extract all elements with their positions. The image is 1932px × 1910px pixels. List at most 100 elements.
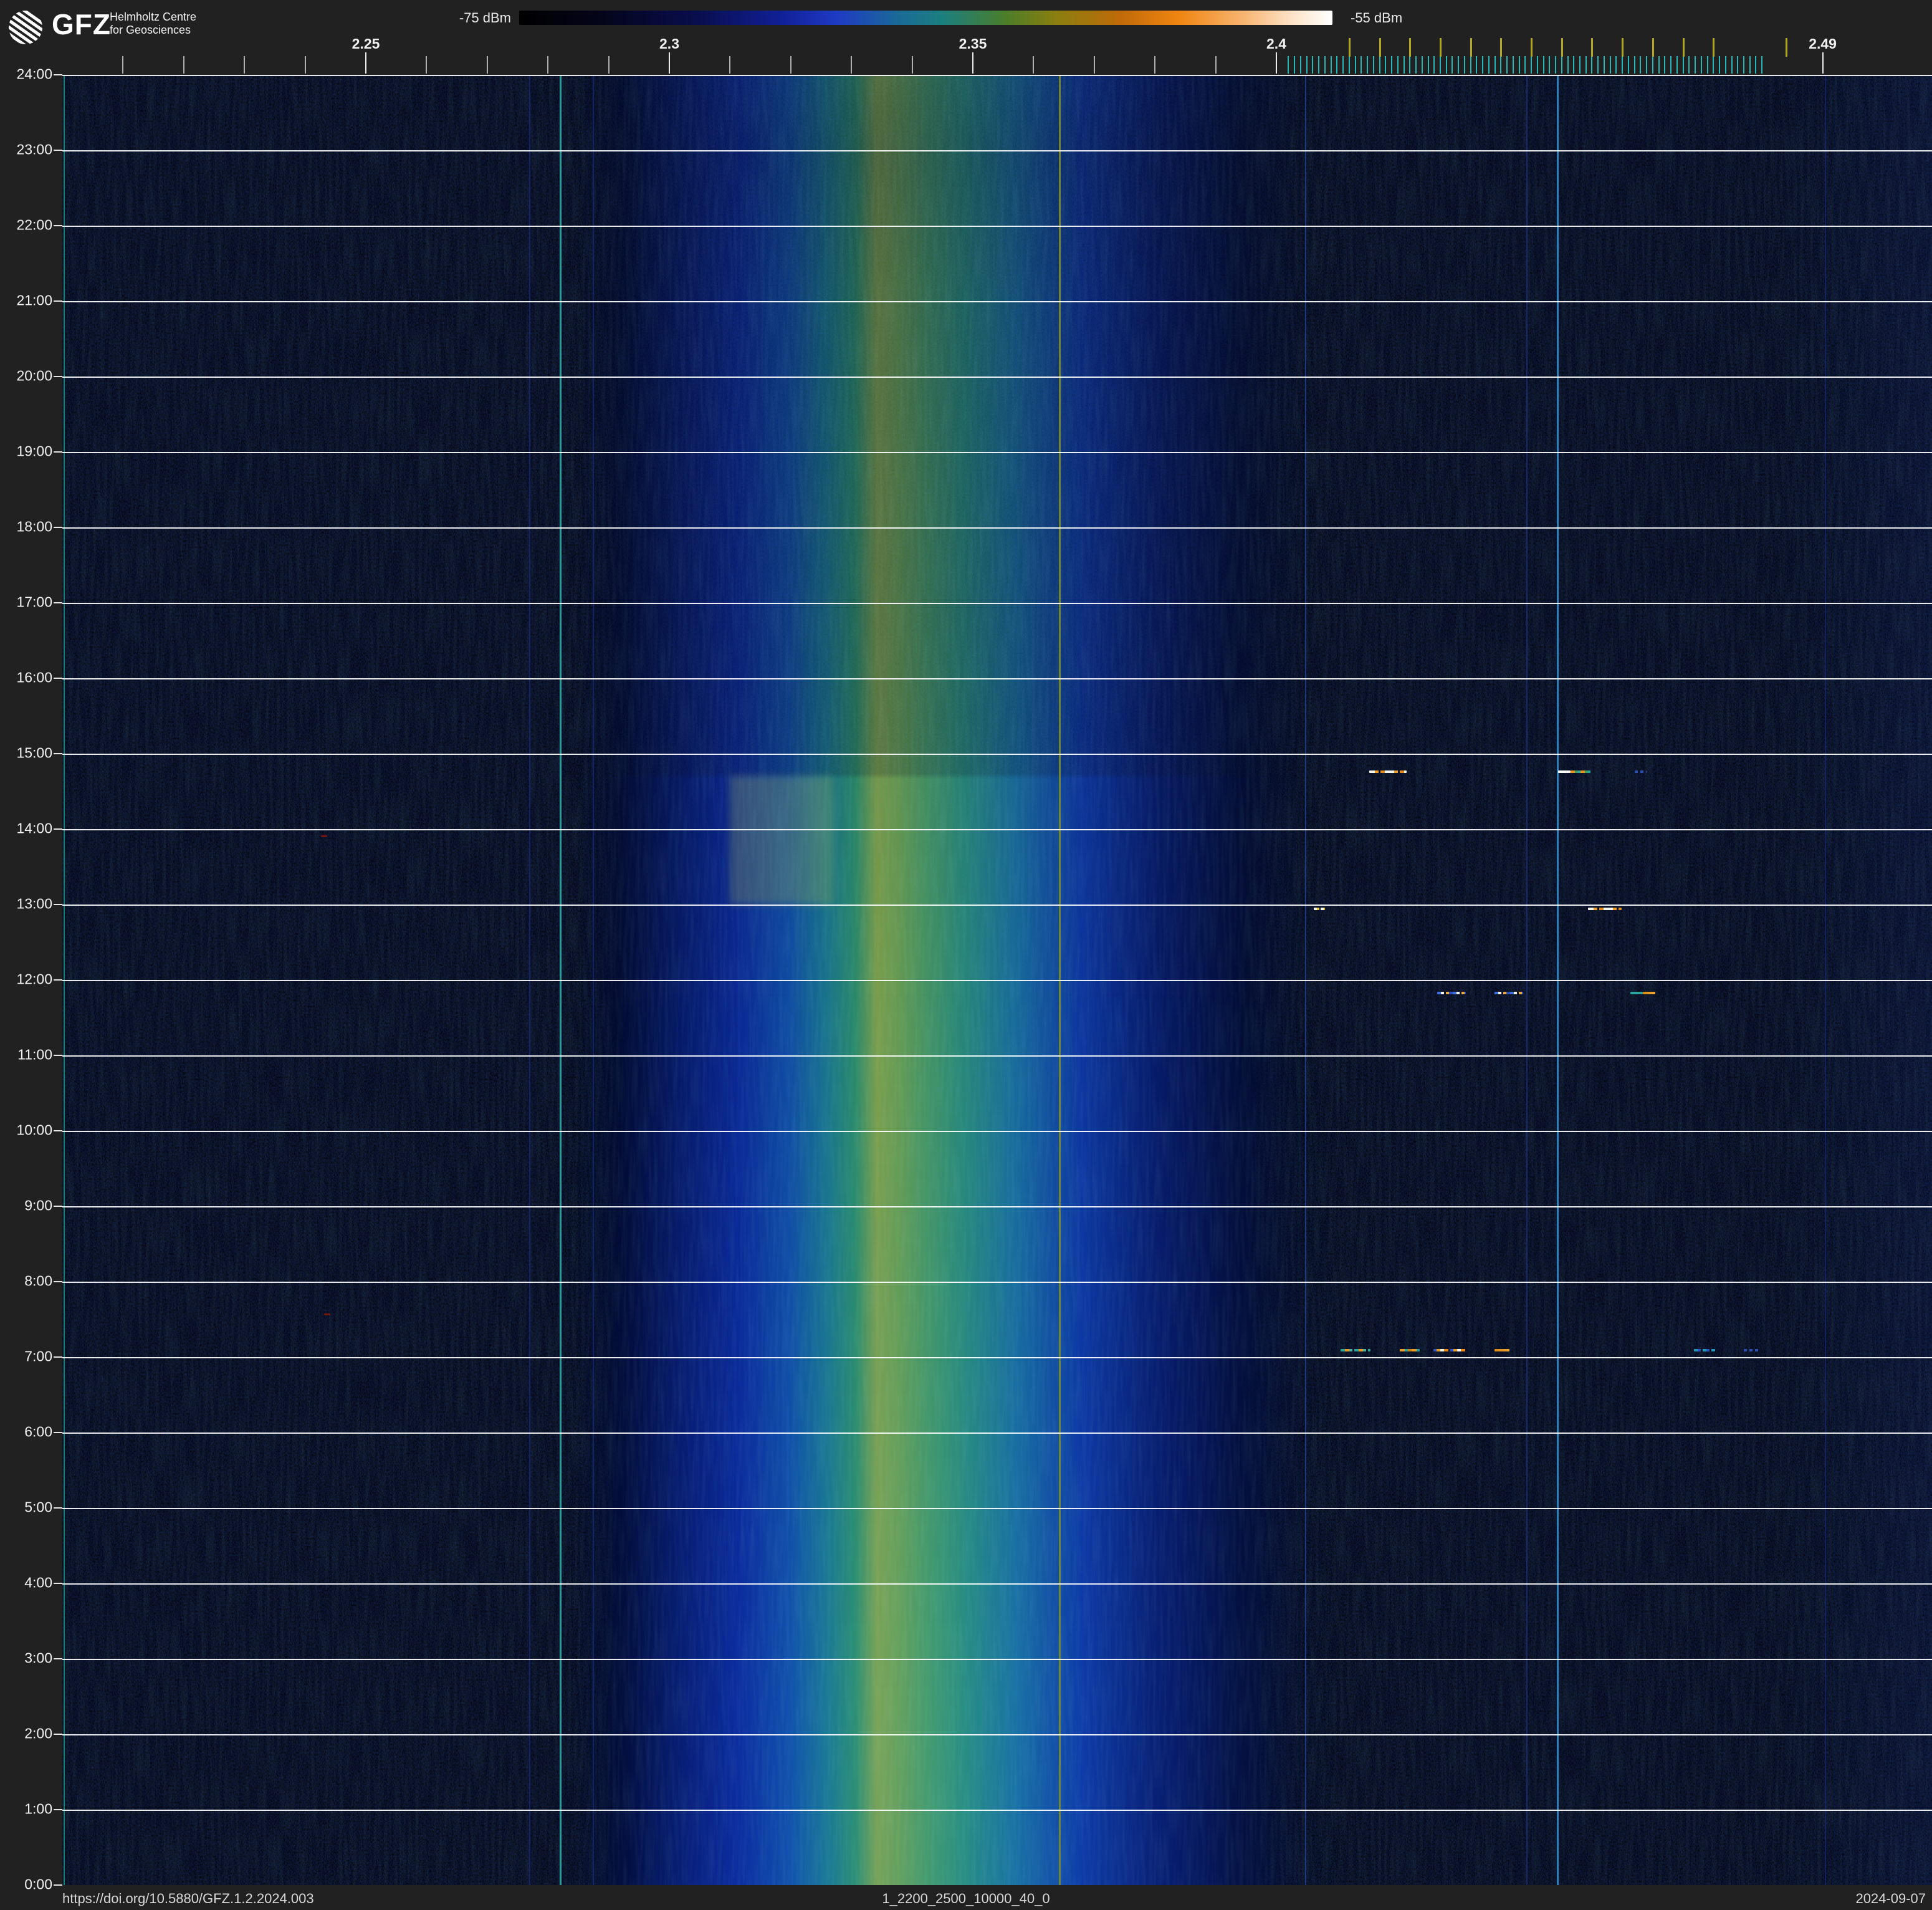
signal-dash-row [1341, 1349, 1370, 1352]
hour-gridline [62, 1583, 1932, 1585]
time-tick [54, 979, 62, 981]
hour-gridline [62, 75, 1932, 76]
bluetooth-channel-tick [1591, 56, 1593, 74]
bluetooth-channel-tick [1731, 56, 1733, 74]
time-tick-label: 23:00 [16, 141, 52, 158]
signal-dash-row [1494, 991, 1524, 994]
time-tick-label: 12:00 [16, 971, 52, 987]
time-tick [54, 527, 62, 528]
bluetooth-channel-tick [1348, 56, 1350, 74]
signal-dash-row [1369, 770, 1407, 774]
hour-gridline [62, 301, 1932, 302]
time-tick-label: 19:00 [16, 443, 52, 459]
footer-date: 2024-09-07 [1855, 1891, 1926, 1906]
hour-gridline [62, 603, 1932, 604]
time-tick-label: 10:00 [16, 1121, 52, 1138]
bluetooth-channel-tick [1670, 56, 1672, 74]
freq-minor-tick [1154, 56, 1156, 74]
freq-minor-tick [547, 56, 549, 74]
bluetooth-channel-tick [1324, 56, 1326, 74]
signal-dash-row [1743, 1349, 1759, 1352]
bluetooth-channel-tick [1664, 56, 1666, 74]
time-tick [54, 904, 62, 905]
hour-gridline [62, 226, 1932, 227]
spectrogram-page: GFZ Helmholtz Centre for Geosciences -75… [0, 0, 1932, 1910]
wifi-channel-tick [1470, 38, 1472, 57]
hour-gridline [62, 1432, 1932, 1434]
logo-subtitle-line1: Helmholtz Centre [110, 11, 197, 23]
bluetooth-channel-tick [1427, 56, 1429, 74]
bluetooth-channel-tick [1633, 56, 1635, 74]
bluetooth-channel-tick [1330, 56, 1332, 74]
bluetooth-channel-tick [1724, 56, 1726, 74]
hour-gridline [62, 1055, 1932, 1057]
bluetooth-channel-tick [1561, 56, 1562, 74]
time-tick [54, 225, 62, 226]
hour-gridline [62, 1131, 1932, 1132]
hour-gridline [62, 377, 1932, 378]
bluetooth-channel-tick [1652, 56, 1653, 74]
bluetooth-channel-tick [1342, 56, 1344, 74]
freq-tick-label: 2.3 [659, 36, 679, 52]
freq-tick-label: 2.35 [959, 36, 987, 52]
bluetooth-channel-tick [1518, 56, 1520, 74]
colorbar-min-label: -75 dBm [459, 10, 511, 26]
wifi-channel-tick [1652, 38, 1654, 57]
bluetooth-channel-tick [1306, 56, 1308, 74]
signal-dash-row [1494, 1349, 1509, 1352]
time-tick-label: 7:00 [24, 1348, 52, 1365]
bluetooth-channel-tick [1463, 56, 1465, 74]
footer-filename: 1_2200_2500_10000_40_0 [882, 1891, 1050, 1906]
time-tick-label: 2:00 [24, 1725, 52, 1742]
freq-major-tick [669, 52, 670, 74]
bluetooth-channel-tick [1524, 56, 1526, 74]
logo-subtitle: Helmholtz Centre for Geosciences [110, 11, 196, 37]
freq-minor-tick [426, 56, 428, 74]
time-tick [54, 1206, 62, 1207]
bluetooth-channel-tick [1646, 56, 1648, 74]
bluetooth-channel-tick [1506, 56, 1508, 74]
time-tick [54, 828, 62, 830]
freq-minor-tick [851, 56, 853, 74]
bluetooth-channel-tick [1433, 56, 1435, 74]
bluetooth-channel-tick [1294, 56, 1296, 74]
bluetooth-channel-tick [1379, 56, 1380, 74]
freq-major-tick [1276, 52, 1277, 74]
bluetooth-channel-tick [1755, 56, 1757, 74]
time-tick-label: 14:00 [16, 820, 52, 837]
bluetooth-channel-tick [1415, 56, 1417, 74]
freq-minor-tick [608, 56, 610, 74]
bluetooth-channel-tick [1706, 56, 1708, 74]
hour-gridline [62, 527, 1932, 529]
bluetooth-channel-tick [1615, 56, 1617, 74]
bluetooth-channel-tick [1391, 56, 1393, 74]
time-tick [54, 451, 62, 453]
bluetooth-channel-tick [1439, 56, 1441, 74]
time-tick [54, 300, 62, 302]
freq-minor-tick [486, 56, 488, 74]
time-tick-label: 11:00 [17, 1046, 52, 1063]
freq-minor-tick [183, 56, 184, 74]
time-tick-label: 18:00 [16, 518, 52, 535]
time-tick-label: 20:00 [16, 367, 52, 384]
bluetooth-channel-tick [1737, 56, 1739, 74]
time-tick [54, 1583, 62, 1584]
bluetooth-channel-tick [1458, 56, 1460, 74]
gfz-logo: GFZ Helmholtz Centre for Geosciences [8, 8, 270, 46]
bluetooth-channel-tick [1299, 56, 1301, 74]
bluetooth-channel-tick [1585, 56, 1587, 74]
time-tick [54, 1281, 62, 1282]
bluetooth-channel-tick [1367, 56, 1369, 74]
bluetooth-channel-tick [1500, 56, 1502, 74]
hour-gridline [62, 1659, 1932, 1660]
freq-minor-tick [244, 56, 246, 74]
time-tick-label: 4:00 [24, 1574, 52, 1591]
bluetooth-channel-tick [1688, 56, 1690, 74]
bluetooth-channel-tick [1542, 56, 1544, 74]
wifi-channel-tick [1786, 38, 1788, 57]
time-tick [54, 74, 62, 75]
bluetooth-channel-tick [1761, 56, 1763, 74]
freq-major-tick [365, 52, 366, 74]
bluetooth-channel-tick [1531, 56, 1533, 74]
hour-gridline [62, 829, 1932, 830]
